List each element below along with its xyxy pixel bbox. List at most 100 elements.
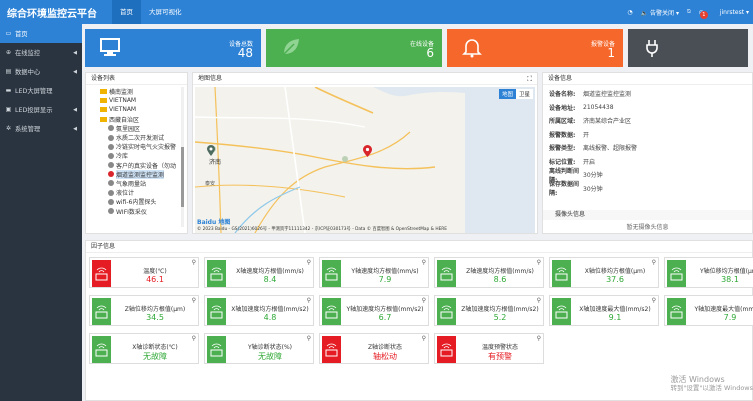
info-value: 21054438 bbox=[583, 103, 614, 111]
tree-item[interactable]: VIETNAM bbox=[92, 105, 187, 114]
search-icon[interactable]: ⚲ bbox=[537, 297, 541, 304]
message-icon[interactable]: ◎1 bbox=[699, 9, 708, 19]
search-icon[interactable]: ⚲ bbox=[192, 335, 196, 342]
sidebar-item-online-monitor[interactable]: ⊕ 在线监控 ◀ bbox=[0, 43, 82, 62]
tree-item[interactable]: 横南监测 bbox=[92, 87, 187, 96]
factor-value: 7.9 bbox=[723, 313, 737, 322]
top-tab-home[interactable]: 首页 bbox=[112, 0, 141, 24]
sidebar-item-led-cast[interactable]: ▣ LED投屏显示 ◀ bbox=[0, 100, 82, 119]
sidebar-item-label: 数据中心 bbox=[15, 69, 41, 76]
device-icon bbox=[108, 208, 114, 215]
factor-name: 温度预警状态 bbox=[481, 344, 518, 351]
fullscreen-icon[interactable]: ⛶ bbox=[527, 75, 532, 84]
stat-online-devices[interactable]: 在线设备 6 bbox=[266, 29, 442, 67]
search-icon[interactable]: ⚲ bbox=[537, 335, 541, 342]
tree-item[interactable]: 液位计 bbox=[92, 188, 187, 197]
tree-item[interactable]: WIFI数采仪 bbox=[92, 206, 187, 216]
search-icon[interactable]: ⚲ bbox=[192, 297, 196, 304]
stat-offline-devices[interactable] bbox=[628, 29, 748, 67]
factor-card[interactable]: ⚲ Z轴加速度均方根值(mm/s2) 5.2 bbox=[434, 295, 544, 326]
tree-item[interactable]: 客户的真实设备（勿动 bbox=[92, 161, 187, 170]
scrollbar[interactable] bbox=[181, 87, 184, 227]
tree-item[interactable]: VIETNAM bbox=[92, 96, 187, 105]
top-tab-bigscreen[interactable]: 大屏可视化 bbox=[141, 0, 190, 24]
factor-name: 温度(℃) bbox=[143, 268, 167, 275]
map-layer-map[interactable]: 地图 bbox=[498, 89, 516, 99]
map-panel: 地图信息 ⛶ 地图 卫星 济南 泰安 Baidu 地图 © 2023 Baidu… bbox=[192, 72, 538, 234]
device-icon bbox=[108, 152, 114, 159]
sensor-icon bbox=[552, 298, 571, 325]
palette-icon[interactable]: ◔ bbox=[627, 9, 632, 16]
info-value: 济南某综合产业区 bbox=[583, 118, 632, 126]
sidebar-item-label: 首页 bbox=[15, 31, 28, 38]
factor-value: 无故障 bbox=[258, 352, 282, 361]
sensor-icon bbox=[437, 298, 456, 325]
alarm-toggle[interactable]: 🔈 告警关闭 ▾ bbox=[641, 8, 679, 17]
factor-card[interactable]: ⚲ Z轴位移均方根值(μm) 34.5 bbox=[89, 295, 199, 326]
tree-item[interactable]: 氨里园区 bbox=[92, 124, 187, 133]
factor-card[interactable]: ⚲ 温度预警状态 有预警 bbox=[434, 333, 544, 364]
factor-panel: 因子信息 ⚲ 温度(℃) 46.1 ⚲ X轴速度均方根值(mm/s) 8.4 ⚲ Y轴速度均方… bbox=[85, 240, 753, 401]
factor-card[interactable]: ⚲ X轴加速度均方根值(mm/s2) 4.8 bbox=[204, 295, 314, 326]
map-marker-jinan[interactable] bbox=[207, 145, 215, 156]
factor-card[interactable]: ⚲ X轴加速度最大值(mm/s2) 9.1 bbox=[549, 295, 659, 326]
search-icon[interactable]: ⚲ bbox=[652, 259, 656, 266]
tree-item[interactable]: 水质二次开发测试 bbox=[92, 133, 187, 142]
map-marker-alarm[interactable] bbox=[363, 145, 372, 157]
search-icon[interactable]: ⚲ bbox=[307, 335, 311, 342]
user-menu[interactable]: jinrstest ▾ bbox=[720, 9, 749, 16]
tree-item[interactable]: 冷链实时电气火灾报警 bbox=[92, 142, 187, 151]
top-nav: 首页 大屏可视化 bbox=[112, 0, 190, 24]
top-right-tools: ◔ 🔈 告警关闭 ▾ ⍉ ◎1 jinrstest ▾ bbox=[627, 0, 753, 24]
chevron-left-icon: ◀ bbox=[73, 68, 77, 75]
stat-value: 6 bbox=[426, 46, 434, 60]
map-layer-satellite[interactable]: 卫星 bbox=[515, 89, 533, 99]
search-icon[interactable]: ⚲ bbox=[307, 259, 311, 266]
search-icon[interactable]: ⚲ bbox=[422, 335, 426, 342]
tree-item[interactable]: 烟道监测监控监测 bbox=[92, 169, 187, 179]
info-value: 开 bbox=[583, 131, 590, 139]
factor-card[interactable]: ⚲ X轴诊断状态(℃) 无故障 bbox=[89, 333, 199, 364]
factor-card[interactable]: ⚲ Y轴速度均方根值(mm/s) 7.9 bbox=[319, 257, 429, 288]
chevron-left-icon: ◀ bbox=[73, 106, 77, 113]
search-icon[interactable]: ⚲ bbox=[192, 259, 196, 266]
search-icon[interactable]: ⚲ bbox=[652, 297, 656, 304]
factor-card[interactable]: ⚲ Z轴诊断状态 轴松动 bbox=[319, 333, 429, 364]
factor-card[interactable]: ⚲ Y轴诊断状态(%) 无故障 bbox=[204, 333, 314, 364]
map-canvas[interactable]: 地图 卫星 济南 泰安 Baidu 地图 © 2023 Baidu - GS(2… bbox=[195, 87, 535, 233]
app-title: 综合环境监控云平台 bbox=[7, 8, 97, 20]
search-icon[interactable]: ⚲ bbox=[307, 297, 311, 304]
tree-item[interactable]: 冷库 bbox=[92, 151, 187, 160]
factor-card[interactable]: ⚲ X轴位移均方根值(μm) 37.6 bbox=[549, 257, 659, 288]
factor-card[interactable]: ⚲ Y轴加速度均方根值(mm/s2) 6.7 bbox=[319, 295, 429, 326]
stat-alarm-devices[interactable]: 报警设备 1 bbox=[447, 29, 623, 67]
scrollbar-thumb[interactable] bbox=[181, 147, 184, 207]
search-icon[interactable]: ⚲ bbox=[537, 259, 541, 266]
factor-card[interactable]: ⚲ X轴速度均方根值(mm/s) 8.4 bbox=[204, 257, 314, 288]
panel-title: 地图信息 bbox=[193, 73, 537, 85]
sensor-icon bbox=[207, 298, 226, 325]
tree-item[interactable]: wifi-6内置探头 bbox=[92, 197, 187, 206]
factor-name: X轴加速度最大值(mm/s2) bbox=[579, 306, 651, 313]
device-tree: 横南监测 VIETNAM VIETNAM 西藏自治区 氨里园区 水质二次开发测试 冷链实时电… bbox=[86, 85, 187, 231]
factor-card[interactable]: ⚲Y轴位移均方根值(μm)38.1 bbox=[664, 257, 753, 288]
home-icon: ▭ bbox=[5, 30, 12, 37]
factor-value: 46.1 bbox=[146, 275, 164, 284]
tree-item[interactable]: 气象雨量站 bbox=[92, 179, 187, 188]
sidebar-item-system[interactable]: ✲ 系统管理 ◀ bbox=[0, 119, 82, 138]
info-row: 保存数据间隔: 30分钟 bbox=[543, 181, 752, 197]
bell-off-icon[interactable]: ⍉ bbox=[687, 8, 691, 16]
sidebar-item-data-center[interactable]: ▤ 数据中心 ◀ bbox=[0, 62, 82, 81]
factor-card[interactable]: ⚲ Z轴速度均方根值(mm/s) 8.6 bbox=[434, 257, 544, 288]
sidebar-item-home[interactable]: ▭ 首页 bbox=[0, 24, 82, 43]
sidebar-item-led-manage[interactable]: ▬ LED大屏管理 bbox=[0, 81, 82, 100]
folder-icon bbox=[100, 89, 107, 95]
logo[interactable]: 综合环境监控云平台 bbox=[0, 0, 97, 24]
tree-item[interactable]: 西藏自治区 bbox=[92, 115, 187, 124]
search-icon[interactable]: ⚲ bbox=[422, 259, 426, 266]
stat-total-devices[interactable]: 设备总数 48 bbox=[85, 29, 261, 67]
search-icon[interactable]: ⚲ bbox=[422, 297, 426, 304]
factor-card[interactable]: ⚲ 温度(℃) 46.1 bbox=[89, 257, 199, 288]
factor-card[interactable]: ⚲Y轴加速度最大值(mm/s2)7.9 bbox=[664, 295, 753, 326]
info-row: 报警类型: 离线报警、超限报警 bbox=[543, 141, 752, 155]
